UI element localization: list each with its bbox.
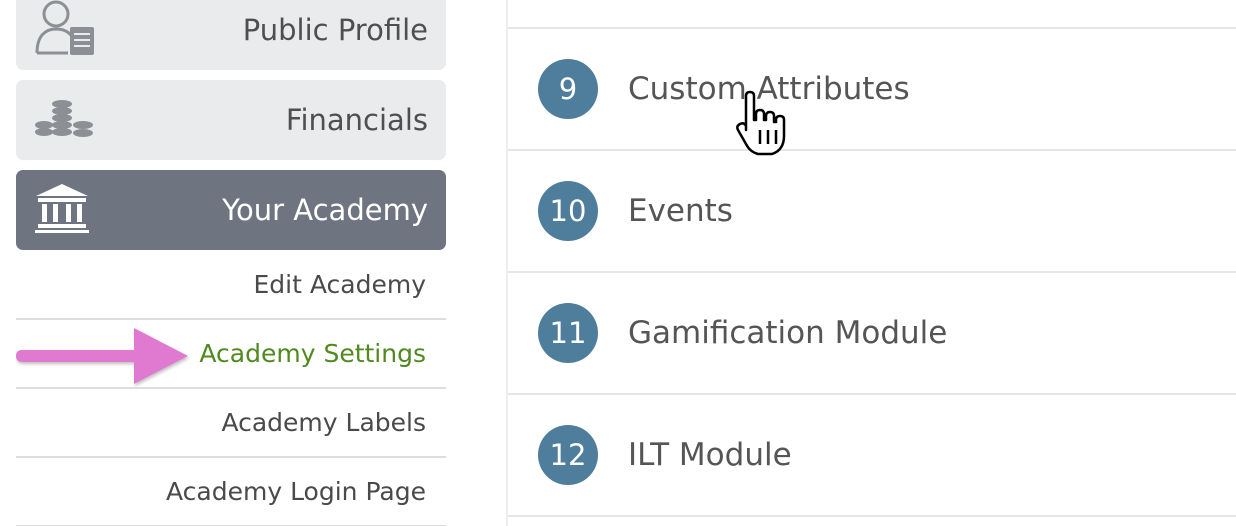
list-item-custom-attributes[interactable]: 9 Custom Attributes	[508, 29, 1236, 151]
subnav-label: Academy Settings	[199, 339, 426, 368]
user-profile-icon	[34, 0, 96, 61]
nav-label: Financials	[285, 103, 428, 137]
subnav-label: Academy Login Page	[166, 477, 426, 506]
nav-financials[interactable]: Financials	[16, 80, 446, 160]
subnav-label: Academy Labels	[221, 408, 426, 437]
nav-label: Your Academy	[222, 193, 428, 227]
list-item-gamification-module[interactable]: 11 Gamification Module	[508, 273, 1236, 395]
nav-public-profile[interactable]: Public Profile	[16, 0, 446, 70]
sidebar: Public Profile Financials Your Academy E…	[16, 0, 446, 526]
list-item-title: Events	[628, 193, 733, 229]
step-badge: 9	[538, 59, 598, 119]
nav-label: Public Profile	[242, 13, 428, 47]
subnav-academy-labels[interactable]: Academy Labels	[16, 389, 446, 458]
subnav-academy-login-page[interactable]: Academy Login Page	[16, 458, 446, 526]
list-item-events[interactable]: 10 Events	[508, 151, 1236, 273]
list-item-title: Gamification Module	[628, 315, 948, 351]
step-badge: 12	[538, 425, 598, 485]
coins-stack-icon	[34, 95, 96, 145]
academy-building-icon	[34, 182, 90, 238]
nav-your-academy[interactable]: Your Academy	[16, 170, 446, 250]
step-badge: 11	[538, 303, 598, 363]
subnav-edit-academy[interactable]: Edit Academy	[16, 251, 446, 320]
pointing-arrow-icon	[16, 328, 188, 384]
list-item-title: ILT Module	[628, 437, 792, 473]
step-badge: 10	[538, 181, 598, 241]
settings-list: 9 Custom Attributes 10 Events 11 Gamific…	[508, 0, 1236, 526]
hand-pointer-cursor-icon	[736, 90, 786, 156]
subnav-label: Edit Academy	[253, 270, 427, 299]
list-item-ilt-module[interactable]: 12 ILT Module	[508, 395, 1236, 517]
